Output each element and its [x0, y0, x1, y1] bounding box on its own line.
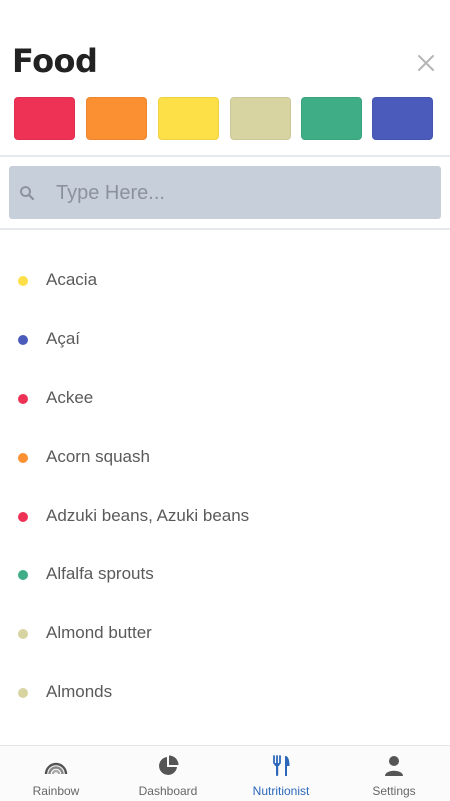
- tab-dashboard[interactable]: Dashboard: [112, 746, 224, 801]
- food-label: Alfalfa sprouts: [46, 564, 154, 583]
- list-item[interactable]: Almond butter: [0, 605, 450, 663]
- tab-label: Settings: [372, 784, 416, 798]
- rainbow-icon: [44, 762, 68, 775]
- list-item[interactable]: Açaí: [0, 311, 450, 369]
- food-label: Acorn squash: [46, 447, 150, 466]
- list-item[interactable]: Almonds: [0, 664, 450, 722]
- tab-label: Rainbow: [32, 784, 80, 798]
- list-item[interactable]: Adzuki beans, Azuki beans: [0, 488, 450, 546]
- tab-label: Nutritionist: [252, 784, 310, 798]
- color-dot: [18, 276, 28, 286]
- food-label: Acacia: [46, 270, 98, 289]
- pie-chart-icon: [159, 755, 179, 775]
- bottom-tab-bar: Rainbow Dashboard Nutritionist Settings: [0, 745, 450, 801]
- color-dot: [18, 512, 28, 522]
- color-filter-blue[interactable]: [372, 97, 433, 140]
- search-icon: [20, 186, 35, 201]
- color-dot: [18, 453, 28, 463]
- color-dot: [18, 570, 28, 580]
- color-filter-beige[interactable]: [230, 97, 291, 140]
- tab-nutritionist[interactable]: Nutritionist: [225, 746, 337, 801]
- person-icon: [385, 756, 403, 776]
- food-label: Ackee: [46, 388, 94, 407]
- list-item[interactable]: Acacia: [0, 252, 450, 310]
- color-filter-orange[interactable]: [86, 97, 147, 140]
- list-item[interactable]: Alfalfa sprouts: [0, 546, 450, 604]
- list-item[interactable]: Acorn squash: [0, 429, 450, 487]
- color-dot: [18, 688, 28, 698]
- color-filter-red[interactable]: [14, 97, 75, 140]
- color-dot: [18, 335, 28, 345]
- tab-rainbow[interactable]: Rainbow: [0, 746, 112, 801]
- utensils-icon: [273, 755, 290, 776]
- food-label: Adzuki beans, Azuki beans: [46, 506, 250, 525]
- top-divider: [0, 155, 450, 157]
- food-label: Açaí: [46, 329, 81, 348]
- food-label: Almond butter: [46, 623, 152, 642]
- page-title: Food: [12, 42, 98, 80]
- search-input[interactable]: [56, 170, 428, 216]
- color-filter-green[interactable]: [301, 97, 362, 140]
- color-dot: [18, 394, 28, 404]
- tab-settings[interactable]: Settings: [338, 746, 450, 801]
- search-divider: [0, 228, 450, 230]
- tab-label: Dashboard: [138, 784, 198, 798]
- list-item[interactable]: Ackee: [0, 370, 450, 428]
- color-filter-yellow[interactable]: [158, 97, 219, 140]
- color-filter-bar: [14, 97, 436, 141]
- close-button[interactable]: [414, 51, 438, 75]
- food-label: Almonds: [46, 682, 113, 701]
- header: Food: [0, 0, 450, 96]
- close-icon: [418, 55, 434, 71]
- color-dot: [18, 629, 28, 639]
